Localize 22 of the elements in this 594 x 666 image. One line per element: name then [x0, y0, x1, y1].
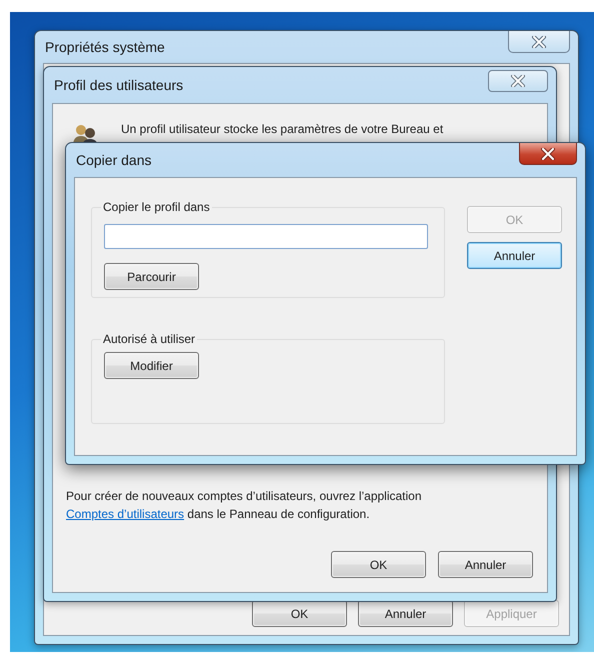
window-title: Profil des utilisateurs — [53, 77, 184, 93]
window-title: Propriétés système — [44, 39, 165, 55]
browse-button[interactable]: Parcourir — [104, 263, 199, 290]
close-icon — [532, 36, 546, 48]
dialog-button[interactable]: Annuler — [358, 600, 453, 627]
dialog-button[interactable]: OK — [252, 600, 347, 627]
dialog-button[interactable]: OK — [331, 551, 426, 578]
modify-button[interactable]: Modifier — [104, 352, 199, 379]
close-button[interactable] — [508, 31, 570, 53]
window-title: Copier dans — [75, 152, 152, 168]
intro-text: Un profil utilisateur stocke les paramètres de votre Bureau et — [121, 122, 444, 136]
close-icon — [511, 75, 525, 87]
close-button[interactable] — [488, 70, 548, 92]
close-icon — [541, 148, 555, 160]
group-label: Copier le profil dans — [102, 200, 211, 214]
dialog-button[interactable]: Annuler — [467, 242, 562, 269]
footer-text: Pour créer de nouveaux comptes d’utilisateurs, ouvrez l’application Comptes d’utilisateurs dans le Panneau de configuration. — [65, 488, 423, 523]
path-input-field[interactable] — [104, 224, 428, 249]
user-accounts-link[interactable]: Comptes d’utilisateurs — [66, 507, 184, 521]
close-button[interactable] — [519, 143, 577, 165]
dialog-button[interactable]: Annuler — [438, 551, 533, 578]
group-label: Autorisé à utiliser — [102, 332, 196, 346]
